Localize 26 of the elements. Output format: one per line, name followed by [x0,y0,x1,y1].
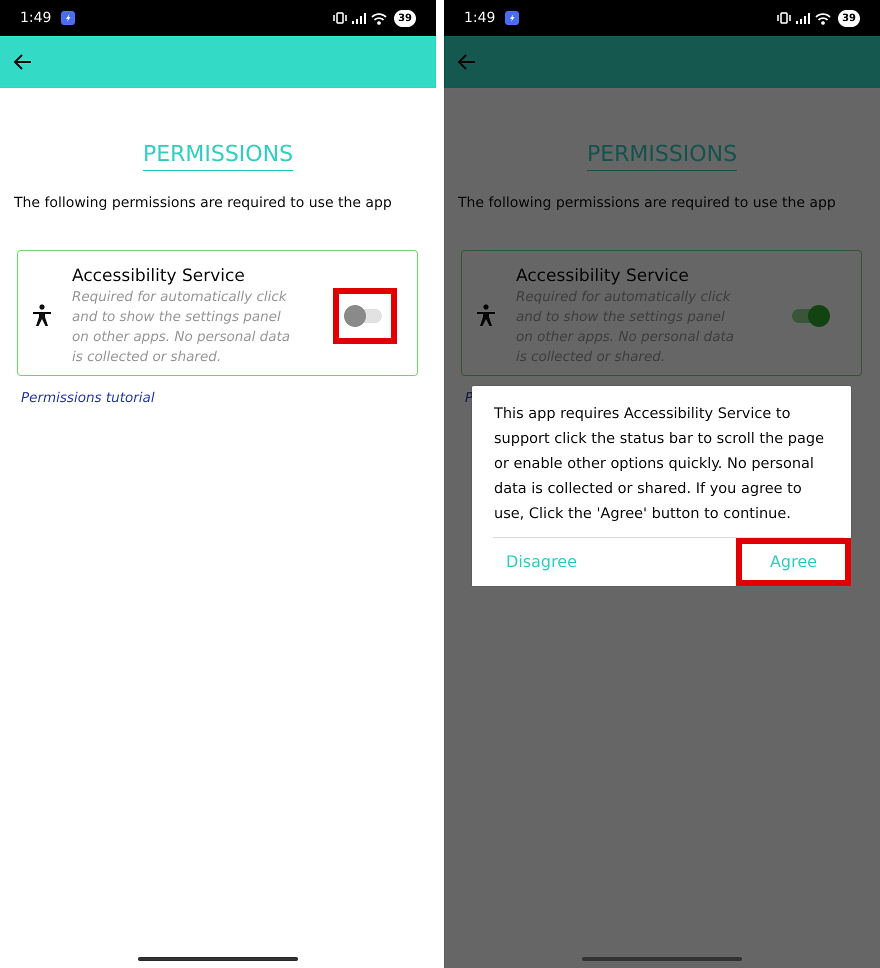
permission-description: Required for automatically click and to show the settings panel on other apps. No personal data is collected or shared. [72,288,292,368]
notification-icon [61,11,76,25]
intro-text: The following permissions are required to use the app [458,194,837,214]
vibrate-icon [333,12,348,24]
dialog-button[interactable]: Agree [736,538,851,586]
clock-time: 1:49 [20,8,52,28]
notification-icon [505,11,520,25]
clock-time: 1:49 [464,8,496,28]
accessibility-icon [32,304,52,328]
signal-icon [351,12,368,24]
vibrate-icon [777,12,792,24]
battery-level: 39 [394,10,416,26]
accessibility-icon [476,304,496,328]
dialog-message: This app requires Accessibility Service to support click the status bar to scroll the page or enable other options quickly. No personal data is collected or shared. If you agree to use, Click the 'Agree' button to continue. [493,405,826,524]
wifi-icon [371,12,388,24]
intro-text: The following permissions are required to use the app [14,194,393,214]
toggle-switch[interactable] [333,288,397,344]
wifi-icon [815,12,832,24]
permission-name: Accessibility Service [72,265,246,288]
page-title: PERMISSIONS [142,142,294,172]
battery-level: 39 [838,10,860,26]
signal-icon [795,12,812,24]
page-title: PERMISSIONS [586,142,738,172]
permission-name: Accessibility Service [516,265,690,288]
back-arrow-icon[interactable] [12,53,32,71]
tutorial-link[interactable]: Permissions tutorial [21,388,155,409]
